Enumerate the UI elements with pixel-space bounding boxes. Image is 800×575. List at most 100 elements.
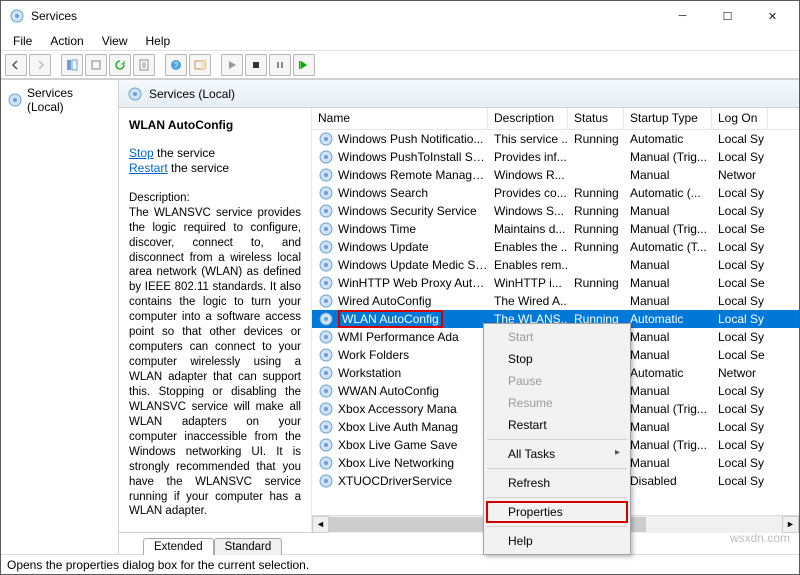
restart-service-button[interactable] — [293, 54, 315, 76]
export-button[interactable] — [85, 54, 107, 76]
service-startup-type: Manual — [624, 204, 712, 218]
app-icon — [9, 8, 25, 24]
gear-icon — [318, 455, 334, 471]
stop-service-button[interactable] — [245, 54, 267, 76]
service-status: Running — [568, 132, 624, 146]
ctx-resume: Resume — [486, 392, 628, 414]
service-row[interactable]: Windows TimeMaintains d...RunningManual … — [312, 220, 799, 238]
svg-text:?: ? — [174, 61, 179, 70]
status-bar: Opens the properties dialog box for the … — [1, 554, 799, 574]
forward-button[interactable] — [29, 54, 51, 76]
ctx-all-tasks[interactable]: All Tasks — [486, 443, 628, 465]
tab-standard[interactable]: Standard — [214, 538, 283, 555]
col-logon[interactable]: Log On — [712, 108, 768, 129]
service-startup-type: Manual — [624, 330, 712, 344]
tab-extended[interactable]: Extended — [143, 538, 214, 555]
service-status: Running — [568, 204, 624, 218]
service-startup-type: Automatic — [624, 366, 712, 380]
col-name[interactable]: Name — [312, 108, 488, 129]
service-startup-type: Disabled — [624, 474, 712, 488]
ctx-start: Start — [486, 326, 628, 348]
col-description[interactable]: Description — [488, 108, 568, 129]
ctx-restart[interactable]: Restart — [486, 414, 628, 436]
service-logon: Local Sy — [712, 402, 768, 416]
gear-icon — [318, 221, 334, 237]
service-row[interactable]: Windows Push Notificatio...This service … — [312, 130, 799, 148]
stop-link[interactable]: Stop — [129, 146, 154, 160]
service-logon: Local Sy — [712, 474, 768, 488]
service-name: WinHTTP Web Proxy Auto-... — [338, 276, 488, 290]
menu-help[interactable]: Help — [138, 32, 179, 50]
panel-header-title: Services (Local) — [149, 87, 235, 101]
service-name: Windows Search — [338, 186, 428, 200]
action-pane-button[interactable] — [189, 54, 211, 76]
service-description: Windows S... — [488, 204, 568, 218]
tree-root-services[interactable]: Services (Local) — [1, 84, 118, 116]
service-logon: Local Sy — [712, 204, 768, 218]
ctx-help[interactable]: Help — [486, 530, 628, 552]
service-name: XTUOCDriverService — [338, 474, 452, 488]
context-menu: Start Stop Pause Resume Restart All Task… — [483, 323, 631, 555]
menu-view[interactable]: View — [94, 32, 136, 50]
service-startup-type: Manual — [624, 456, 712, 470]
service-logon: Local Se — [712, 276, 768, 290]
service-description: The Wired A... — [488, 294, 568, 308]
service-description: Windows R... — [488, 168, 568, 182]
ctx-pause: Pause — [486, 370, 628, 392]
service-row[interactable]: Windows UpdateEnables the ...RunningAuto… — [312, 238, 799, 256]
service-startup-type: Manual — [624, 258, 712, 272]
ctx-stop[interactable]: Stop — [486, 348, 628, 370]
service-status: Running — [568, 276, 624, 290]
gear-icon — [318, 347, 334, 363]
service-row[interactable]: Windows PushToInstall Serv...Provides in… — [312, 148, 799, 166]
service-description: Enables the ... — [488, 240, 568, 254]
gear-icon — [318, 311, 334, 327]
service-logon: Local Se — [712, 222, 768, 236]
window-title: Services — [31, 9, 660, 23]
menu-file[interactable]: File — [5, 32, 40, 50]
service-row[interactable]: Windows SearchProvides co...RunningAutom… — [312, 184, 799, 202]
properties-button[interactable] — [133, 54, 155, 76]
service-row[interactable]: Windows Update Medic Ser...Enables rem..… — [312, 256, 799, 274]
gear-icon — [127, 86, 143, 102]
service-name: WLAN AutoConfig — [338, 310, 443, 328]
service-logon: Local Sy — [712, 312, 768, 326]
service-logon: Local Sy — [712, 150, 768, 164]
show-hide-tree-button[interactable] — [61, 54, 83, 76]
service-logon: Local Sy — [712, 330, 768, 344]
service-name: Windows Remote Manage... — [338, 168, 488, 182]
help-button[interactable]: ? — [165, 54, 187, 76]
service-row[interactable]: Windows Remote Manage...Windows R... Manu… — [312, 166, 799, 184]
gear-icon — [318, 419, 334, 435]
scroll-left-button[interactable]: ◄ — [312, 516, 329, 533]
back-button[interactable] — [5, 54, 27, 76]
service-logon: Local Sy — [712, 294, 768, 308]
minimize-button[interactable]: ─ — [660, 2, 705, 30]
ctx-refresh[interactable]: Refresh — [486, 472, 628, 494]
maximize-button[interactable]: ☐ — [705, 2, 750, 30]
refresh-button[interactable] — [109, 54, 131, 76]
service-logon: Networ — [712, 366, 768, 380]
col-status[interactable]: Status — [568, 108, 624, 129]
service-row[interactable]: WinHTTP Web Proxy Auto-...WinHTTP i...Ru… — [312, 274, 799, 292]
ctx-properties[interactable]: Properties — [486, 501, 628, 523]
service-startup-type: Manual — [624, 168, 712, 182]
service-startup-type: Automatic — [624, 132, 712, 146]
menu-action[interactable]: Action — [42, 32, 91, 50]
service-startup-type: Manual (Trig... — [624, 438, 712, 452]
service-startup-type: Manual — [624, 276, 712, 290]
restart-link[interactable]: Restart — [129, 161, 168, 175]
start-service-button[interactable] — [221, 54, 243, 76]
pause-service-button[interactable] — [269, 54, 291, 76]
description-label: Description: — [129, 191, 301, 206]
service-row[interactable]: Wired AutoConfigThe Wired A...ManualLoca… — [312, 292, 799, 310]
description-body: The WLANSVC service provides the logic r… — [129, 206, 301, 520]
service-row[interactable]: Windows Security ServiceWindows S...Runn… — [312, 202, 799, 220]
close-button[interactable]: ✕ — [750, 2, 795, 30]
service-logon: Local Sy — [712, 240, 768, 254]
scroll-right-button[interactable]: ► — [782, 516, 799, 533]
col-startup-type[interactable]: Startup Type — [624, 108, 712, 129]
service-description: Maintains d... — [488, 222, 568, 236]
service-name: Windows Push Notificatio... — [338, 132, 483, 146]
service-logon: Local Sy — [712, 384, 768, 398]
